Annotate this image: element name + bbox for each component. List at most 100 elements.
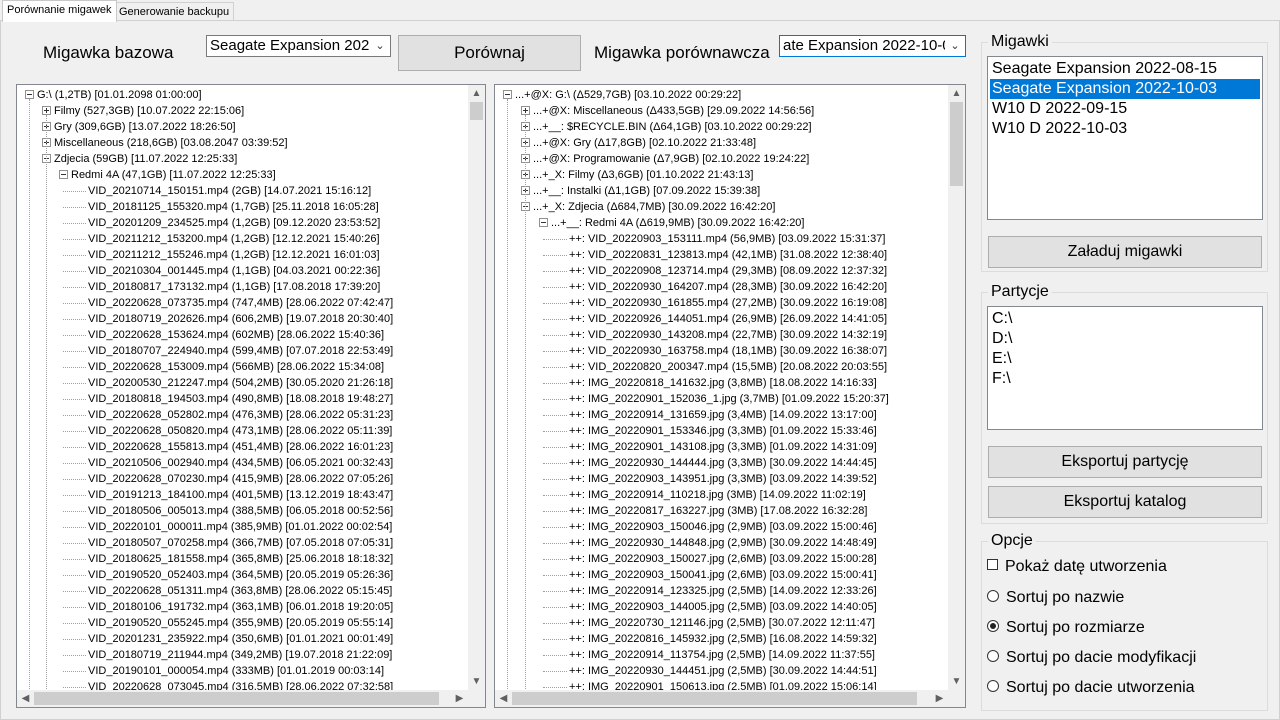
tree-node[interactable]: VID_20180106_191732.mp4 (363,1MB) [06.01…: [63, 599, 393, 615]
tree-node[interactable]: ...+@X: Miscellaneous (Δ433,5GB) [29.09.…: [521, 103, 814, 119]
tree-node[interactable]: ++: IMG_20220914_110218.jpg (3MB) [14.09…: [543, 487, 866, 503]
compare-snapshot-tree[interactable]: ...+@X: G:\ (Δ529,7GB) [03.10.2022 00:29…: [494, 84, 966, 708]
scroll-up-arrow-icon[interactable]: ▲: [468, 85, 485, 102]
tree-node[interactable]: ...+__: Redmi 4A (Δ619,9MB) [30.09.2022 …: [539, 215, 804, 231]
scroll-thumb[interactable]: [512, 692, 917, 705]
partition-item[interactable]: E:\: [990, 349, 1260, 369]
snapshots-list[interactable]: Seagate Expansion 2022-08-15 Seagate Exp…: [987, 56, 1263, 220]
tree-node[interactable]: VID_20190520_055245.mp4 (355,9MB) [20.05…: [63, 615, 393, 631]
show-created-date-checkbox[interactable]: Pokaż datę utworzenia: [987, 557, 1167, 577]
export-partition-button[interactable]: Eksportuj partycję: [988, 446, 1262, 478]
tree-node[interactable]: ...+_X: Zdjecia (Δ684,7MB) [30.09.2022 1…: [521, 199, 775, 215]
tree-node[interactable]: G:\ (1,2TB) [01.01.2098 01:00:00]: [25, 87, 202, 103]
sort-by-created-date-radio[interactable]: Sortuj po dacie utworzenia: [987, 678, 1195, 698]
partition-item[interactable]: C:\: [990, 309, 1260, 329]
tree-node[interactable]: ++: IMG_20220930_144848.jpg (2,9MB) [30.…: [543, 535, 877, 551]
tree-node[interactable]: ...+@X: Gry (Δ17,8GB) [02.10.2022 21:33:…: [521, 135, 756, 151]
partition-item[interactable]: F:\: [990, 369, 1260, 389]
tree-node[interactable]: VID_20220628_153624.mp4 (602MB) [28.06.2…: [63, 327, 384, 343]
tree-node[interactable]: ++: IMG_20220817_163227.jpg (3MB) [17.08…: [543, 503, 867, 519]
export-catalog-button[interactable]: Eksportuj katalog: [988, 486, 1262, 518]
collapse-minus-icon[interactable]: [539, 218, 548, 227]
tree-node[interactable]: VID_20190101_000054.mp4 (333MB) [01.01.2…: [63, 663, 384, 679]
horizontal-scrollbar[interactable]: ◀ ▶: [495, 690, 948, 707]
tab-backup-generation[interactable]: Generowanie backupu: [114, 2, 235, 21]
tree-node[interactable]: ++: IMG_20220901_153346.jpg (3,3MB) [01.…: [543, 423, 877, 439]
radio-icon[interactable]: [987, 679, 999, 692]
compare-button[interactable]: Porównaj: [398, 35, 581, 71]
tab-snapshot-comparison[interactable]: Porównanie migawek: [2, 0, 117, 22]
tree-node[interactable]: VID_20180719_211944.mp4 (349,2MB) [19.07…: [63, 647, 392, 663]
snapshot-item[interactable]: W10 D 2022-09-15: [990, 99, 1260, 119]
tree-node[interactable]: ++: IMG_20220930_144451.jpg (2,5MB) [30.…: [543, 663, 877, 679]
scroll-right-arrow-icon[interactable]: ▶: [451, 690, 468, 707]
tree-node[interactable]: VID_20191213_184100.mp4 (401,5MB) [13.12…: [63, 487, 393, 503]
radio-icon[interactable]: [987, 649, 999, 662]
tree-node[interactable]: ++: VID_20220903_153111.mp4 (56,9MB) [03…: [543, 231, 885, 247]
tree-node[interactable]: VID_20201231_235922.mp4 (350,6MB) [01.01…: [63, 631, 393, 647]
tree-node[interactable]: ...+_X: Filmy (Δ3,6GB) [01.10.2022 21:43…: [521, 167, 753, 183]
tree-node[interactable]: VID_20220628_051311.mp4 (363,8MB) [28.06…: [63, 583, 392, 599]
scroll-up-arrow-icon[interactable]: ▲: [948, 85, 965, 102]
tree-node[interactable]: VID_20180818_194503.mp4 (490,8MB) [18.08…: [63, 391, 393, 407]
tree-node[interactable]: ++: IMG_20220816_145932.jpg (2,5MB) [16.…: [543, 631, 877, 647]
tree-node[interactable]: VID_20211212_153200.mp4 (1,2GB) [12.12.2…: [63, 231, 380, 247]
sort-by-modified-date-radio[interactable]: Sortuj po dacie modyfikacji: [987, 648, 1196, 668]
tree-node[interactable]: VID_20181125_155320.mp4 (1,7GB) [25.11.2…: [63, 199, 379, 215]
tree-node[interactable]: VID_20190520_052403.mp4 (364,5MB) [20.05…: [63, 567, 393, 583]
scroll-thumb[interactable]: [950, 102, 963, 186]
tree-node[interactable]: ++: IMG_20220818_141632.jpg (3,8MB) [18.…: [543, 375, 877, 391]
scroll-down-arrow-icon[interactable]: ▼: [948, 673, 965, 690]
checkbox-icon[interactable]: [987, 559, 998, 571]
snapshot-item-selected[interactable]: Seagate Expansion 2022-10-03: [990, 79, 1260, 99]
tree-node[interactable]: ++: IMG_20220901_143108.jpg (3,3MB) [01.…: [543, 439, 877, 455]
collapse-minus-icon[interactable]: [503, 90, 512, 99]
snapshot-item[interactable]: W10 D 2022-10-03: [990, 119, 1260, 139]
tree-node[interactable]: VID_20220628_050820.mp4 (473,1MB) [28.06…: [63, 423, 392, 439]
tree-node[interactable]: VID_20220628_073045.mp4 (316,5MB) [28.06…: [63, 679, 393, 690]
vertical-scrollbar[interactable]: ▲ ▼: [468, 85, 485, 690]
tree-node[interactable]: ++: VID_20220930_164207.mp4 (28,3MB) [30…: [543, 279, 887, 295]
tree-node[interactable]: ++: IMG_20220903_150027.jpg (2,6MB) [03.…: [543, 551, 877, 567]
tree-node[interactable]: ++: IMG_20220914_131659.jpg (3,4MB) [14.…: [543, 407, 877, 423]
tree-node[interactable]: VID_20220628_073735.mp4 (747,4MB) [28.06…: [63, 295, 393, 311]
tree-node[interactable]: ...+@X: Programowanie (Δ7,9GB) [02.10.20…: [521, 151, 809, 167]
expand-plus-icon[interactable]: [521, 106, 530, 115]
scroll-left-arrow-icon[interactable]: ◀: [17, 690, 34, 707]
tree-node[interactable]: VID_20210714_150151.mp4 (2GB) [14.07.202…: [63, 183, 371, 199]
partition-item[interactable]: D:\: [990, 329, 1260, 349]
horizontal-scrollbar[interactable]: ◀ ▶: [17, 690, 468, 707]
tree-node[interactable]: ...+@X: G:\ (Δ529,7GB) [03.10.2022 00:29…: [503, 87, 741, 103]
tree-node[interactable]: VID_20180507_070258.mp4 (366,7MB) [07.05…: [63, 535, 393, 551]
sort-by-size-radio[interactable]: Sortuj po rozmiarze: [987, 618, 1145, 638]
tree-node[interactable]: VID_20220101_000011.mp4 (385,9MB) [01.01…: [63, 519, 392, 535]
scroll-down-arrow-icon[interactable]: ▼: [468, 673, 485, 690]
load-snapshots-button[interactable]: Załaduj migawki: [988, 236, 1262, 268]
tree-node[interactable]: ++: IMG_20220903_144005.jpg (2,5MB) [03.…: [543, 599, 877, 615]
tree-node[interactable]: ++: VID_20220926_144051.mp4 (26,9MB) [26…: [543, 311, 887, 327]
tree-node[interactable]: Gry (309,6GB) [13.07.2022 18:26:50]: [42, 119, 236, 135]
tree-node[interactable]: VID_20200530_212247.mp4 (504,2MB) [30.05…: [63, 375, 393, 391]
tree-node[interactable]: ++: IMG_20220901_150613.jpg (2,5MB) [01.…: [543, 679, 877, 690]
partitions-list[interactable]: C:\ D:\ E:\ F:\: [987, 306, 1263, 430]
tree-node[interactable]: ++: IMG_20220914_113754.jpg (2,5MB) [14.…: [543, 647, 875, 663]
tree-node[interactable]: VID_20210506_002940.mp4 (434,5MB) [06.05…: [63, 455, 393, 471]
radio-selected-icon[interactable]: [987, 619, 999, 632]
tree-node[interactable]: ++: IMG_20220903_143951.jpg (3,3MB) [03.…: [543, 471, 877, 487]
tree-node[interactable]: VID_20180719_202626.mp4 (606,2MB) [19.07…: [63, 311, 393, 327]
scroll-left-arrow-icon[interactable]: ◀: [495, 690, 512, 707]
collapse-minus-icon[interactable]: [59, 170, 68, 179]
tree-node[interactable]: Redmi 4A (47,1GB) [11.07.2022 12:25:33]: [59, 167, 276, 183]
tree-node[interactable]: ++: IMG_20220903_150046.jpg (2,9MB) [03.…: [543, 519, 877, 535]
tree-node[interactable]: VID_20220628_155813.mp4 (451,4MB) [28.06…: [63, 439, 393, 455]
tree-node[interactable]: ++: VID_20220930_161855.mp4 (27,2MB) [30…: [543, 295, 887, 311]
collapse-minus-icon[interactable]: [25, 90, 34, 99]
tree-node[interactable]: ...+__: Instalki (Δ1,1GB) [07.09.2022 15…: [521, 183, 760, 199]
tree-node[interactable]: ++: IMG_20220901_152036_1.jpg (3,7MB) [0…: [543, 391, 889, 407]
tree-node[interactable]: VID_20211212_155246.mp4 (1,2GB) [12.12.2…: [63, 247, 380, 263]
tree-node[interactable]: Miscellaneous (218,6GB) [03.08.2047 03:3…: [42, 135, 288, 151]
tree-node[interactable]: ++: VID_20220831_123813.mp4 (42,1MB) [31…: [543, 247, 887, 263]
tree-node[interactable]: ++: IMG_20220730_121146.jpg (2,5MB) [30.…: [543, 615, 875, 631]
tree-node[interactable]: VID_20180506_005013.mp4 (388,5MB) [06.05…: [63, 503, 393, 519]
tree-node[interactable]: VID_20220628_070230.mp4 (415,9MB) [28.06…: [63, 471, 393, 487]
